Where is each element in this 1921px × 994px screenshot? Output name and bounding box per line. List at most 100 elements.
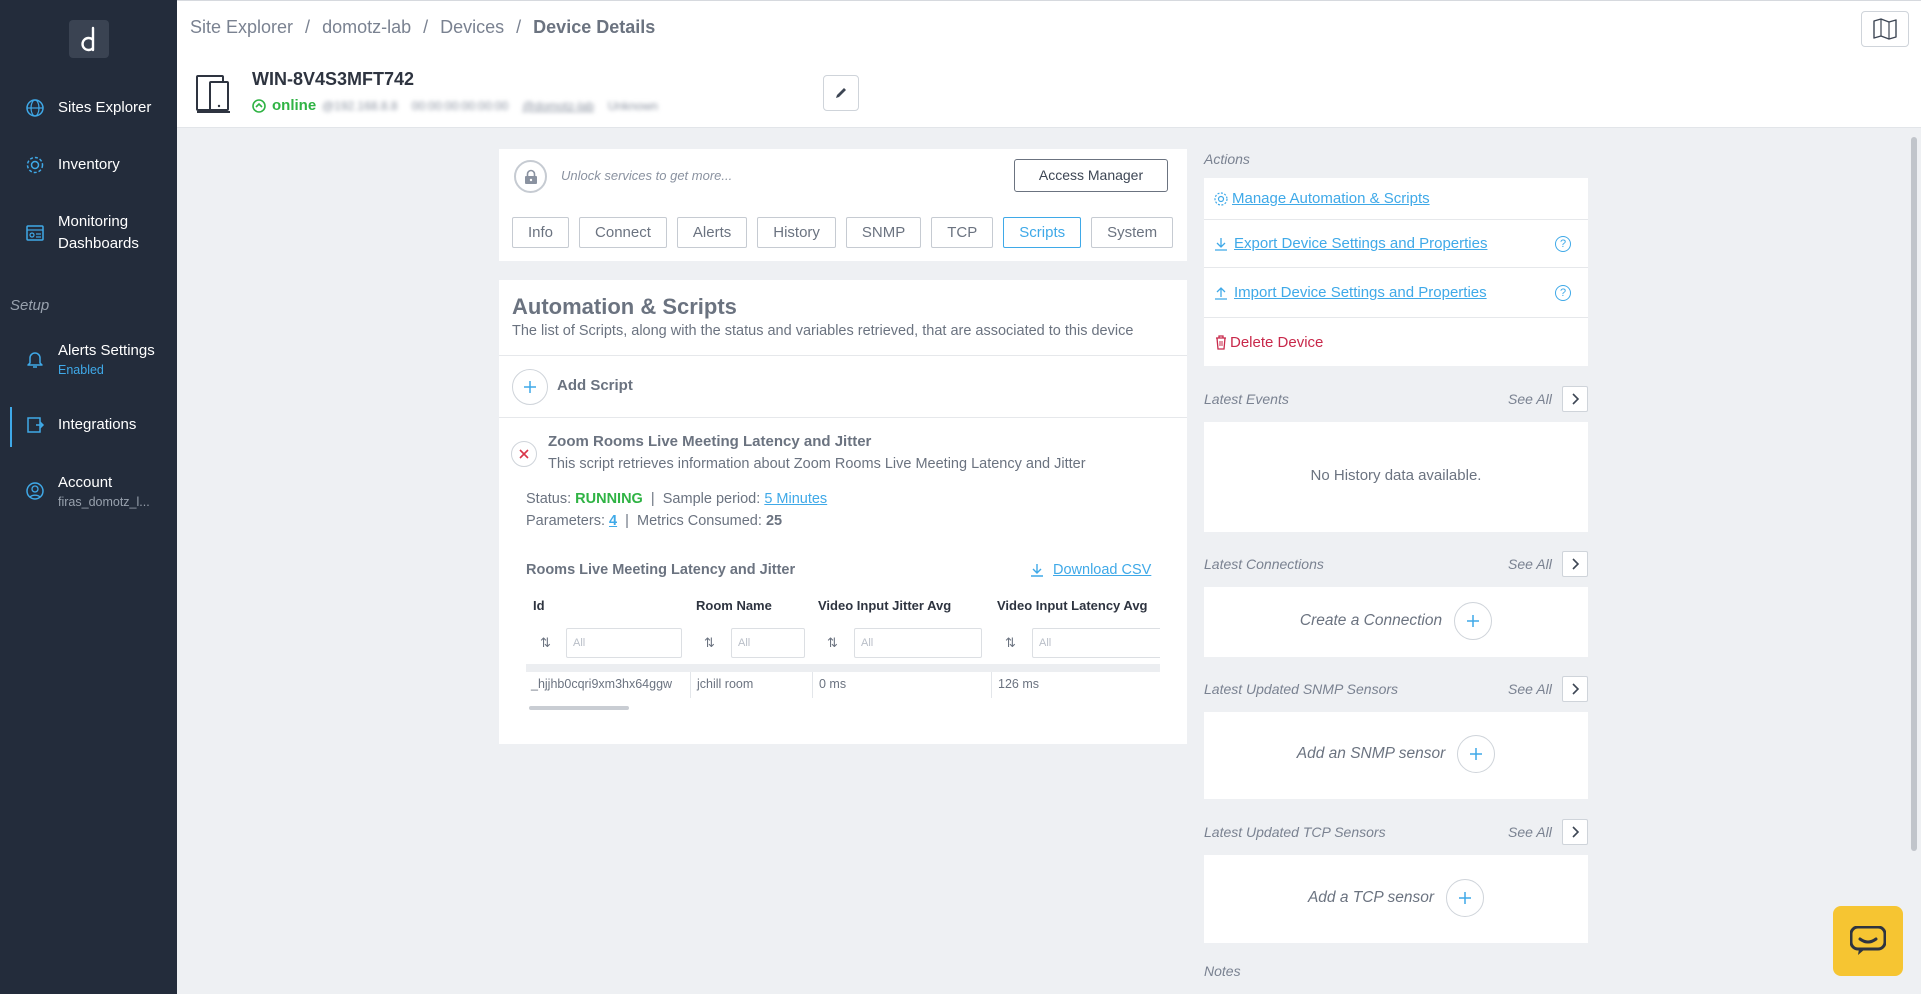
actions-card: Manage Automation & Scripts Export Devic… [1204, 178, 1588, 366]
tab-connect[interactable]: Connect [579, 217, 667, 248]
download-icon [1031, 564, 1043, 577]
sample-period-link[interactable]: 5 Minutes [764, 491, 827, 507]
tab-snmp[interactable]: SNMP [845, 217, 922, 248]
action-import-settings[interactable]: Import Device Settings and Properties ? [1204, 268, 1588, 318]
column-header-id[interactable]: Id [533, 598, 545, 613]
column-header-room-name[interactable]: Room Name [696, 598, 772, 613]
device-meta: @192.168.8.8 00:00:00:00:00:00 @domotz-l… [322, 99, 658, 113]
action-manage-automation[interactable]: Manage Automation & Scripts [1204, 178, 1588, 220]
add-script-button[interactable] [512, 369, 548, 405]
add-tcp-sensor-row[interactable]: Add a TCP sensor [1204, 879, 1588, 917]
sort-icon[interactable]: ⇅ [704, 635, 715, 651]
breadcrumb-site-explorer[interactable]: Site Explorer [190, 17, 293, 38]
action-delete-device[interactable]: Delete Device [1204, 318, 1588, 366]
page-scrollbar[interactable] [1911, 137, 1917, 851]
sidebar-item-label-main: Account [58, 474, 113, 491]
parameters-link[interactable]: 4 [609, 513, 617, 529]
actions-label: Actions [1204, 151, 1250, 167]
account-username: firas_domotz_l... [58, 495, 150, 509]
action-label: Import Device Settings and Properties [1234, 284, 1487, 301]
plus-icon [1459, 892, 1472, 904]
sample-period-label: Sample period: [662, 491, 761, 507]
create-connection-row[interactable]: Create a Connection [1204, 602, 1588, 640]
device-status: online [252, 97, 316, 114]
filter-input-video-jitter[interactable]: All [854, 628, 982, 658]
access-manager-button[interactable]: Access Manager [1014, 159, 1168, 192]
tab-alerts[interactable]: Alerts [676, 217, 748, 248]
separator: | [625, 513, 629, 529]
bell-icon [27, 352, 43, 368]
device-icon [196, 75, 230, 113]
sort-icon[interactable]: ⇅ [827, 635, 838, 651]
metrics-table: Id Room Name Video Input Jitter Avg Vide… [526, 598, 1160, 698]
column-header-video-latency[interactable]: Video Input Latency Avg [997, 598, 1147, 613]
see-all-events-button[interactable] [1562, 386, 1588, 412]
sort-icon[interactable]: ⇅ [540, 635, 551, 651]
see-all-snmp-link[interactable]: See All [1508, 681, 1552, 697]
domotz-logo[interactable] [69, 20, 109, 58]
chat-support-button[interactable] [1833, 906, 1903, 976]
close-icon [519, 449, 529, 459]
chevron-right-icon [1572, 558, 1580, 570]
add-snmp-sensor-button[interactable] [1457, 735, 1496, 773]
add-connection-button[interactable] [1454, 602, 1493, 640]
see-all-tcp-link[interactable]: See All [1508, 824, 1552, 840]
tcp-sensors-label: Latest Updated TCP Sensors [1204, 824, 1386, 840]
help-icon[interactable]: ? [1555, 235, 1571, 252]
help-icon[interactable]: ? [1555, 284, 1571, 301]
breadcrumb-current: Device Details [533, 17, 656, 37]
table-horizontal-scrollbar[interactable] [529, 706, 629, 710]
sort-icon[interactable]: ⇅ [1005, 635, 1016, 651]
tab-history[interactable]: History [757, 217, 836, 248]
sidebar-item-label: Integrations [58, 416, 137, 433]
see-all-events-link[interactable]: See All [1508, 391, 1552, 407]
script-description: This script retrieves information about … [548, 456, 1086, 472]
online-up-icon [252, 98, 266, 113]
breadcrumb-separator: / [516, 17, 522, 37]
tab-scripts[interactable]: Scripts [1003, 217, 1082, 248]
breadcrumb-devices[interactable]: Devices [440, 17, 504, 38]
edit-device-button[interactable] [823, 75, 859, 111]
status-label: Status: [526, 491, 572, 507]
cell-divider [690, 672, 691, 698]
add-snmp-sensor-row[interactable]: Add an SNMP sensor [1204, 735, 1588, 773]
add-tcp-sensor-button[interactable] [1446, 879, 1485, 917]
see-all-connections-button[interactable] [1562, 551, 1588, 577]
plus-icon [1467, 615, 1480, 627]
filter-input-room-name[interactable]: All [731, 628, 805, 658]
notes-label: Notes [1204, 963, 1241, 979]
column-header-video-jitter[interactable]: Video Input Jitter Avg [818, 598, 951, 613]
cell-room-name: jchill room [697, 677, 754, 691]
download-csv-button[interactable]: Download CSV [1029, 562, 1151, 578]
chevron-right-icon [1572, 683, 1580, 695]
create-connection-label: Create a Connection [1299, 612, 1443, 629]
add-tcp-sensor-label: Add a TCP sensor [1307, 889, 1435, 906]
metrics-label: Metrics Consumed: [637, 513, 762, 529]
user-guide-button[interactable] [1861, 11, 1909, 47]
tab-system[interactable]: System [1091, 217, 1174, 248]
remove-script-button[interactable] [511, 441, 537, 467]
filter-input-id[interactable]: All [566, 628, 682, 658]
tab-tcp[interactable]: TCP [931, 217, 994, 248]
see-all-snmp-button[interactable] [1562, 676, 1588, 702]
add-script-label[interactable]: Add Script [557, 377, 633, 394]
see-all-connections-link[interactable]: See All [1508, 556, 1552, 572]
gear-icon [1214, 191, 1228, 206]
dashboard-icon [26, 225, 44, 241]
see-all-tcp-button[interactable] [1562, 819, 1588, 845]
book-map-icon [1873, 18, 1897, 40]
breadcrumb-site[interactable]: domotz-lab [322, 17, 411, 38]
cell-id: _hjjhb0cqri9xm3hx64ggw [531, 677, 673, 691]
integrations-icon [27, 417, 45, 433]
tab-info[interactable]: Info [512, 217, 570, 248]
section-description: The list of Scripts, along with the stat… [512, 323, 1134, 339]
section-title: Automation & Scripts [512, 294, 737, 319]
globe-icon [26, 99, 44, 117]
device-tabs: Info Connect Alerts History SNMP TCP Scr… [512, 217, 1174, 248]
chat-icon [1850, 926, 1886, 955]
action-export-settings[interactable]: Export Device Settings and Properties ? [1204, 220, 1588, 268]
latest-events-card: No History data available. [1204, 422, 1588, 532]
filter-input-video-latency[interactable]: All [1032, 628, 1160, 658]
upload-icon [1215, 286, 1227, 300]
latest-connections-label: Latest Connections [1204, 556, 1324, 572]
